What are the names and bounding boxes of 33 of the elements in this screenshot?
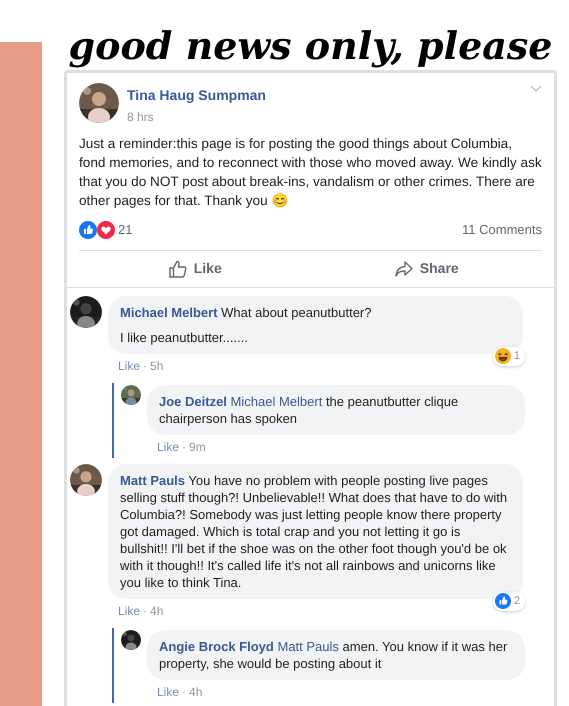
- reaction-badge: 1: [492, 346, 525, 366]
- thumbs-up-icon: [494, 593, 511, 609]
- reaction-count[interactable]: 21: [118, 220, 132, 240]
- chevron-down-icon[interactable]: [530, 85, 542, 93]
- thumbs-up-icon: [168, 258, 188, 278]
- comment-text: Angie Brock Floyd Matt Pauls amen. You know if it was her property, she would be posting about it: [159, 638, 508, 672]
- separator-dot: ·: [182, 684, 186, 700]
- separator-dot: ·: [182, 438, 186, 456]
- like-link[interactable]: Like: [157, 682, 180, 700]
- comment-time[interactable]: 9m: [189, 438, 206, 456]
- comment-text: I like peanutbutter.......: [120, 328, 249, 346]
- comment-time[interactable]: 4h: [189, 682, 202, 700]
- reaction-badge: 2: [492, 592, 525, 610]
- post-time[interactable]: 8 hrs: [127, 108, 522, 126]
- comments-count[interactable]: 11 Comments: [462, 220, 542, 240]
- separator-dot: ·: [143, 602, 148, 620]
- share-arrow-icon: [394, 258, 414, 278]
- post-text: Just a reminder:this page is for posting the good things about Columbia, fond memories, and to reconnect with those who moved away. We kindly ask that you do NOT post about break-ins, vandalism or other crimes. There are other pages for that. Thank you 😊: [79, 135, 542, 210]
- comment-time[interactable]: 5h: [150, 356, 164, 374]
- thumbs-up-icon: [79, 220, 97, 239]
- laughing-face-icon: [494, 348, 511, 364]
- comment-text: Joe Deitzel Michael Melbert the peanutbutter clique chairperson has spoken: [159, 392, 460, 426]
- share-button[interactable]: Share: [310, 250, 542, 286]
- like-button[interactable]: Like: [79, 250, 310, 286]
- like-link[interactable]: Like: [157, 438, 180, 456]
- post-author[interactable]: Tina Haug Sumpman: [127, 85, 522, 106]
- page-heading: good news only, please: [68, 22, 554, 70]
- like-link[interactable]: Like: [118, 602, 140, 620]
- separator-dot: ·: [143, 358, 148, 374]
- comment-time[interactable]: 4h: [150, 602, 164, 620]
- comment-text: Michael Melbert What about peanutbutter?: [120, 304, 372, 320]
- comment-text: Matt Pauls You have no problem with people posting live pages selling stuff though?! Unbelievable!! What does that have to do with Columbia?! Somebody was just letting people know there property got damaged. Which is total crap and you not letting it go is bullshit!! I'll bet if the shoe was on the other foot though you'd be ok with it though!! It's called life it's not all rainbows and unicorns like you like to think Tina.: [120, 472, 508, 590]
- like-link[interactable]: Like: [118, 356, 140, 374]
